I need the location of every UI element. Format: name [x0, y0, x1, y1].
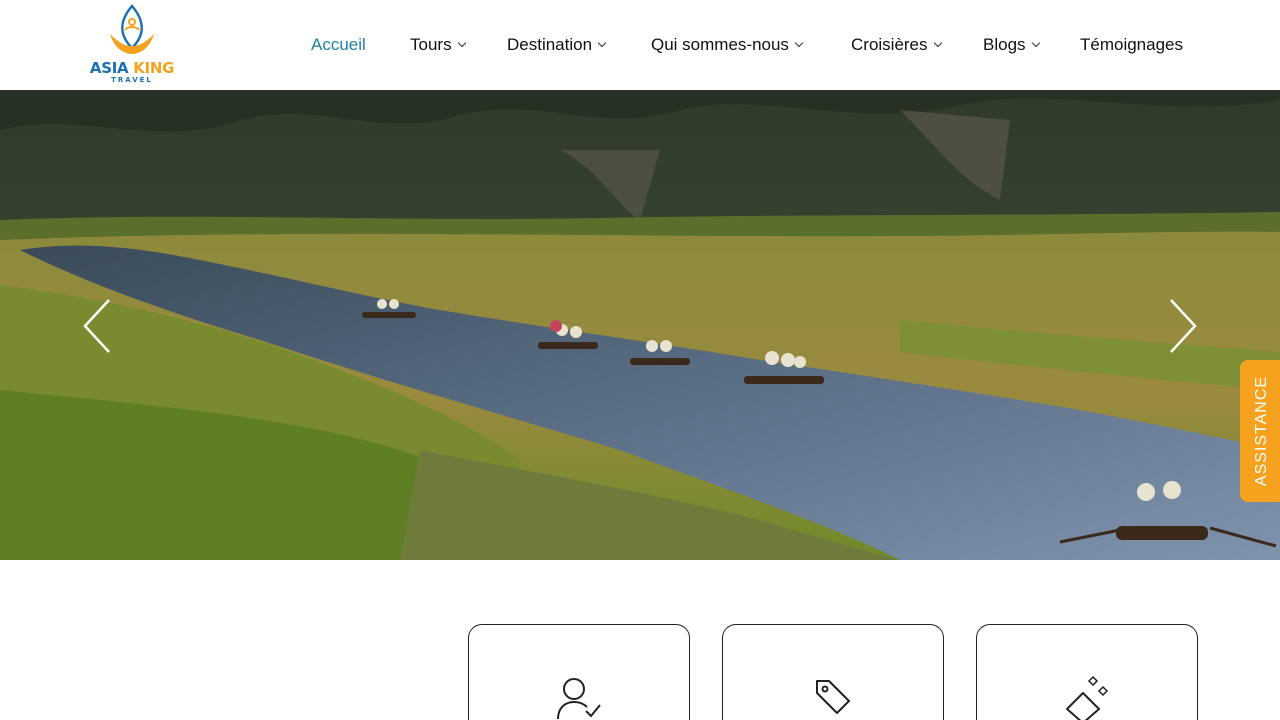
hero-slider [0, 90, 1280, 560]
chevron-down-icon [457, 38, 466, 48]
slider-prev-button[interactable] [82, 298, 112, 354]
chevron-down-icon [597, 38, 607, 48]
feature-card[interactable] [468, 624, 690, 720]
chevron-right-icon [1170, 299, 1197, 353]
diamond-sparkle-icon [1066, 675, 1109, 720]
nav-item-accueil[interactable]: Accueil [311, 33, 366, 57]
chevron-down-icon [794, 38, 804, 48]
price-tag-icon [816, 680, 850, 714]
feature-card[interactable] [722, 624, 944, 720]
nav-item-qui-sommes-nous[interactable]: Qui sommes-nous [651, 33, 804, 57]
chevron-left-icon [83, 299, 110, 353]
chevron-down-icon [933, 38, 942, 48]
nav-item-label: Témoignages [1080, 35, 1184, 54]
nav-item-croisieres[interactable]: Croisières [851, 33, 942, 57]
feature-card[interactable] [976, 624, 1198, 720]
nav-item-tours[interactable]: Tours [410, 33, 466, 57]
assistance-tab[interactable]: ASSISTANCE [1240, 360, 1280, 502]
user-check-icon [557, 678, 601, 720]
nav-item-label: Tours [410, 35, 452, 54]
nav-item-label: Qui sommes-nous [651, 35, 789, 54]
hero-image [0, 90, 1280, 560]
nav-item-label: Blogs [983, 35, 1026, 54]
nav-item-label: Accueil [311, 35, 366, 54]
nav-item-temoignages[interactable]: Témoignages [1080, 33, 1183, 57]
main-nav: Accueil Tours Destination Qui sommes-nou… [0, 0, 1280, 90]
site-header: ASIA KING TRAVEL Accueil Tours Destinati… [0, 0, 1280, 90]
chevron-down-icon [1031, 38, 1040, 48]
nav-item-label: Destination [507, 35, 593, 54]
nav-item-label: Croisières [851, 35, 928, 54]
assistance-label: ASSISTANCE [1253, 375, 1270, 487]
nav-item-blogs[interactable]: Blogs [983, 33, 1040, 57]
slider-next-button[interactable] [1168, 298, 1198, 354]
nav-item-destination[interactable]: Destination [507, 33, 607, 57]
